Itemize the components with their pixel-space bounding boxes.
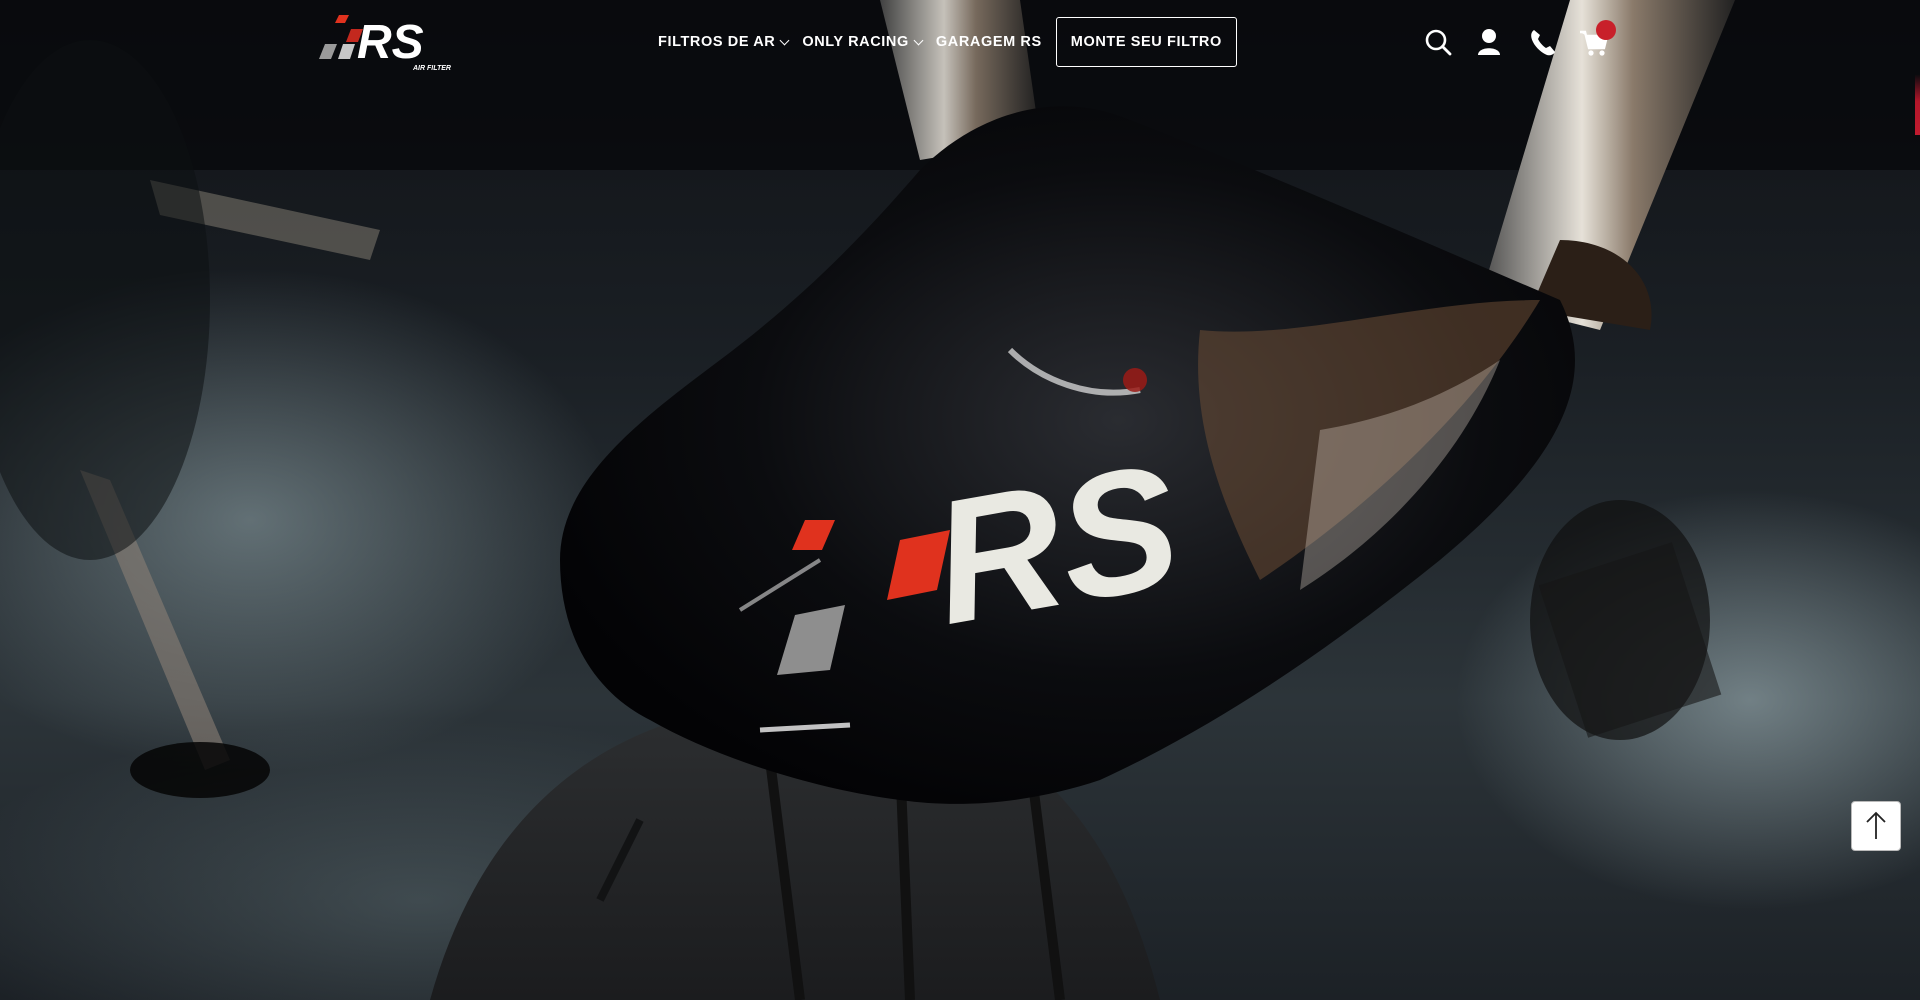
svg-text:RS: RS	[357, 16, 424, 69]
chevron-down-icon	[779, 35, 790, 45]
svg-text:RS: RS	[919, 428, 1192, 662]
scroll-indicator	[1915, 0, 1920, 135]
arrow-up-icon	[1866, 811, 1886, 839]
hero-background: RS	[0, 0, 1920, 1000]
rs-air-filter-logo[interactable]: RS AIR FILTER	[305, 10, 475, 72]
nav-label: ONLY RACING	[802, 34, 909, 50]
user-icon[interactable]	[1472, 24, 1506, 60]
nav-item-only-racing[interactable]: ONLY RACING	[802, 34, 924, 50]
svg-text:AIR FILTER: AIR FILTER	[412, 65, 451, 72]
nav-item-garagem-rs[interactable]: GARAGEM RS	[936, 34, 1042, 50]
search-icon[interactable]	[1422, 24, 1456, 60]
site-header: RS AIR FILTER FILTROS DE AR ONLY RACING …	[0, 0, 1920, 84]
phone-icon[interactable]	[1526, 24, 1560, 60]
back-to-top-button[interactable]	[1851, 801, 1901, 851]
hero-motorcycle-image: RS	[0, 0, 1920, 1000]
chevron-down-icon	[913, 35, 924, 45]
cta-label: MONTE SEU FILTRO	[1070, 34, 1222, 50]
nav-label: FILTROS DE AR	[658, 34, 776, 50]
nav-label: GARAGEM RS	[935, 34, 1042, 50]
monte-seu-filtro-button[interactable]: MONTE SEU FILTRO	[1055, 17, 1237, 67]
main-nav: FILTROS DE AR ONLY RACING GARAGEM RS MON…	[658, 17, 1237, 67]
cart-count-badge	[1596, 20, 1616, 40]
nav-item-filtros-de-ar[interactable]: FILTROS DE AR	[658, 34, 790, 50]
